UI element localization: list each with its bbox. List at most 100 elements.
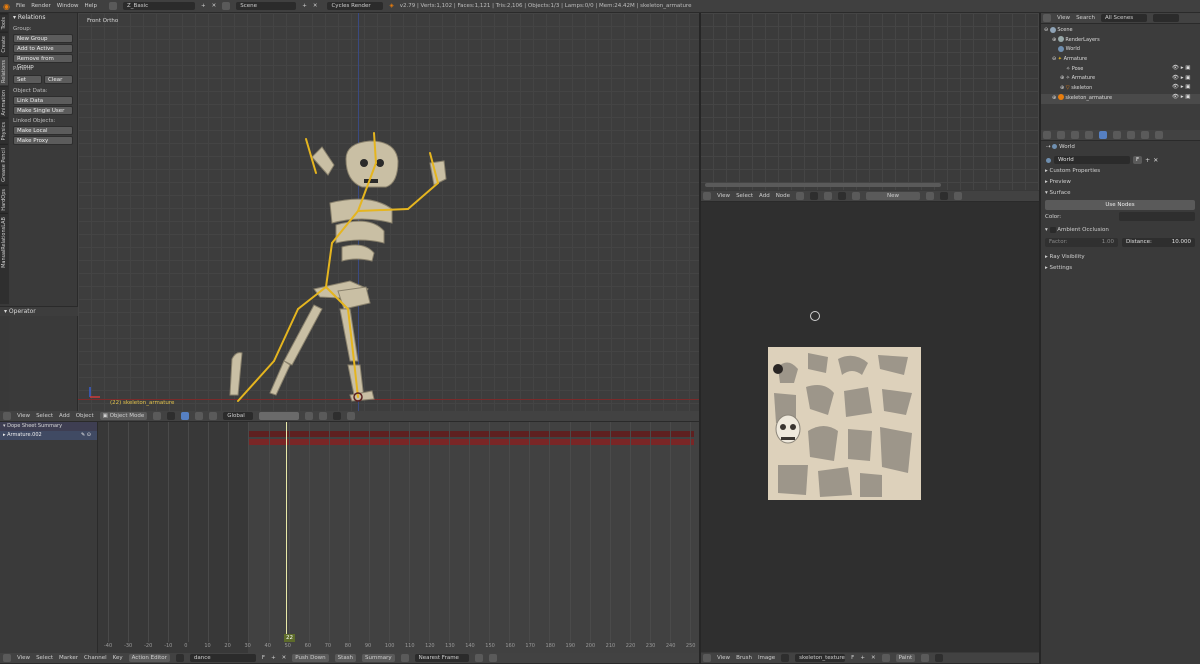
outliner-editor-type-icon[interactable] [1043, 14, 1051, 22]
channel-summary[interactable]: ▾ Dope Sheet Summary [0, 422, 97, 431]
paste-keys-icon[interactable] [488, 654, 497, 662]
operator-panel-title[interactable]: ▾ Operator [0, 306, 78, 316]
action-browse-icon[interactable] [175, 654, 184, 662]
viewport-menu-object[interactable]: Object [76, 413, 94, 419]
link-data-button[interactable]: Link Data [13, 96, 73, 105]
panel-custom-properties[interactable]: ▸ Custom Properties [1040, 166, 1200, 177]
node-menu-view[interactable]: View [717, 193, 730, 199]
shading-icon[interactable] [153, 412, 162, 420]
color-swatch[interactable] [1119, 212, 1195, 221]
menu-window[interactable]: Window [57, 3, 79, 9]
world-tab-icon[interactable] [1099, 131, 1107, 139]
browse-image-icon[interactable] [781, 654, 790, 662]
snap-node-icon[interactable] [954, 192, 963, 200]
image-editor-canvas[interactable] [700, 202, 1040, 652]
image-name-field[interactable]: skeleton_texture [795, 654, 846, 662]
parent-set-button[interactable]: Set [13, 75, 42, 84]
object-tab-icon[interactable] [1113, 131, 1121, 139]
render-engine-select[interactable]: Cycles Render [327, 2, 384, 10]
skeleton-armature[interactable] [78, 13, 700, 411]
panel-settings[interactable]: ▸ Settings [1040, 263, 1200, 274]
outliner-search-input[interactable] [1152, 14, 1179, 22]
world-shader-icon[interactable] [838, 192, 847, 200]
tab-manual-relations[interactable]: ManualRelationsLAB [0, 213, 8, 272]
image-editor-type-icon[interactable] [703, 654, 711, 662]
outliner-row-renderlayers[interactable]: ⊕ RenderLayers [1040, 36, 1200, 46]
filter-icon[interactable] [400, 654, 409, 662]
panel-ray-visibility[interactable]: ▸ Ray Visibility [1040, 252, 1200, 263]
rotate-icon[interactable] [209, 412, 218, 420]
image-add-icon[interactable]: + [860, 655, 865, 661]
node-editor-type-icon[interactable] [703, 192, 711, 200]
ds-menu-key[interactable]: Key [113, 655, 123, 661]
blender-logo-icon[interactable]: ◉ [3, 2, 10, 11]
scene-add-icon[interactable]: + [302, 3, 307, 9]
panel-ambient-occlusion[interactable]: ▾ Ambient Occlusion [1040, 225, 1200, 236]
tab-grease-pencil[interactable]: Grease Pencil [0, 143, 8, 185]
vertical-separator[interactable] [699, 13, 701, 664]
viewport-menu-select[interactable]: Select [36, 413, 53, 419]
new-world-button[interactable]: New [866, 192, 921, 200]
action-close-icon[interactable]: ✕ [282, 655, 287, 661]
parent-clear-button[interactable]: Clear [44, 75, 73, 84]
action-add-icon[interactable]: + [271, 655, 276, 661]
viewport-menu-view[interactable]: View [17, 413, 30, 419]
image-menu-image[interactable]: Image [758, 655, 775, 661]
proportional-icon[interactable] [333, 412, 342, 420]
render-preview-icon[interactable] [347, 412, 356, 420]
channel-wrench-icon[interactable]: ✎ ⊙ [81, 431, 91, 440]
menu-render[interactable]: Render [31, 3, 51, 9]
tab-physics[interactable]: Physics [0, 118, 8, 144]
ds-menu-select[interactable]: Select [36, 655, 53, 661]
constraints-tab-icon[interactable] [1127, 131, 1135, 139]
screen-add-icon[interactable]: + [201, 3, 206, 9]
summary-toggle[interactable]: Summary [362, 654, 395, 662]
scene-tab-icon[interactable] [1085, 131, 1093, 139]
scene-field[interactable]: Scene [236, 2, 297, 10]
mode-select[interactable]: ▣ Object Mode [99, 412, 148, 420]
render-tab-icon[interactable] [1057, 131, 1065, 139]
layers-icon[interactable] [259, 412, 300, 420]
ao-distance-field[interactable]: Distance: 10.000 [1122, 238, 1195, 247]
push-down-button[interactable]: Push Down [292, 654, 329, 662]
node-menu-node[interactable]: Node [776, 193, 790, 199]
ds-menu-marker[interactable]: Marker [59, 655, 78, 661]
pivot-icon[interactable] [167, 412, 176, 420]
relations-panel-title[interactable]: ▾ Relations [13, 13, 73, 23]
data-tab-icon[interactable] [1141, 131, 1149, 139]
outliner-visibility-icons[interactable]: 👁 ▸ ▣ 👁 ▸ ▣ 👁 ▸ ▣ 👁 ▸ ▣ [1172, 64, 1190, 103]
node-menu-select[interactable]: Select [736, 193, 753, 199]
ao-checkbox[interactable] [1049, 226, 1056, 233]
compositor-icon[interactable] [824, 192, 833, 200]
panel-surface[interactable]: ▾ Surface [1040, 188, 1200, 199]
world-add-icon[interactable]: + [1145, 157, 1150, 164]
browse-world-icon[interactable] [852, 192, 861, 200]
make-local-button[interactable]: Make Local [13, 126, 73, 135]
make-proxy-button[interactable]: Make Proxy [13, 136, 73, 145]
3d-viewport[interactable]: Front Ortho (22) skeleton_armature [78, 13, 700, 411]
node-menu-add[interactable]: Add [759, 193, 770, 199]
alpha-icon[interactable] [935, 654, 944, 662]
screen-layout-icon[interactable] [109, 2, 118, 10]
tab-create[interactable]: Create [0, 32, 8, 56]
outliner-menu-search[interactable]: Search [1076, 15, 1095, 21]
copy-keys-icon[interactable] [474, 654, 483, 662]
tab-animation[interactable]: Animation [0, 85, 8, 119]
ds-menu-view[interactable]: View [17, 655, 30, 661]
properties-editor-type-icon[interactable] [1043, 131, 1051, 139]
world-name-field[interactable]: World [1054, 156, 1130, 164]
ao-factor-field[interactable]: Factor: 1.00 [1045, 238, 1118, 247]
image-users-icon[interactable]: F [851, 655, 854, 661]
frame-ruler[interactable]: -40 -30 -20 -10 0 10 20 30 40 50 60 70 80 90 100 110 120… [98, 642, 700, 652]
action-users-icon[interactable]: F [262, 655, 265, 661]
tab-hardops[interactable]: HardOps [0, 184, 8, 214]
layer-lock-icon[interactable] [305, 412, 314, 420]
vertical-separator-right[interactable] [1039, 13, 1041, 664]
viewport-menu-add[interactable]: Add [59, 413, 70, 419]
screen-close-icon[interactable]: ✕ [212, 3, 217, 9]
manipulator-icon[interactable] [181, 412, 190, 420]
menu-file[interactable]: File [16, 3, 25, 9]
pin-image-icon[interactable] [881, 654, 890, 662]
remove-from-group-button[interactable]: Remove from Group [13, 54, 73, 70]
outliner-filter-select[interactable]: All Scenes [1100, 14, 1147, 22]
